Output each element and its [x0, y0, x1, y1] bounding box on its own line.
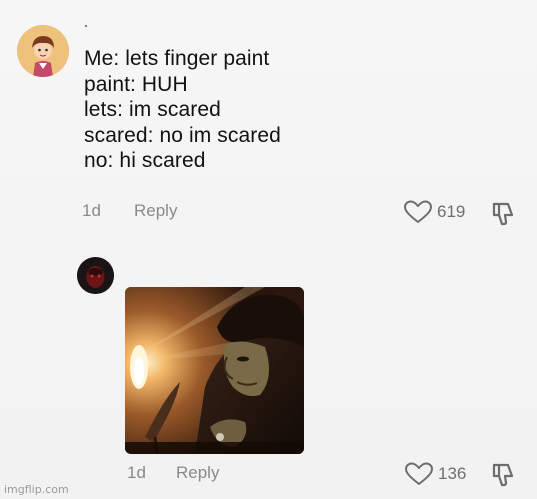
comment-timestamp: 1d: [127, 463, 146, 482]
comment-thread: Me: lets finger paint paint: HUH lets: i…: [0, 0, 537, 499]
comment-line: Me: lets finger paint: [84, 47, 270, 70]
reply-button[interactable]: Reply: [134, 201, 177, 221]
comment-line: scared: no im scared: [84, 123, 281, 147]
avatar[interactable]: [77, 257, 114, 294]
like-count: 619: [437, 202, 466, 221]
comment-body: Me: lets finger paint paint: HUH lets: i…: [84, 46, 281, 174]
like-count: 136: [438, 464, 467, 483]
decorative-dot: [85, 25, 87, 27]
avatar[interactable]: [17, 25, 69, 77]
comment-line: lets: im scared: [84, 98, 221, 121]
thumbs-down-icon[interactable]: [490, 460, 518, 488]
comment-timestamp: 1d: [82, 201, 101, 220]
heart-icon[interactable]: [403, 200, 433, 224]
heart-icon[interactable]: [404, 462, 434, 486]
comment-line: paint: HUH: [84, 72, 188, 96]
watermark: imgflip.com: [4, 483, 69, 496]
comment-line: no: hi scared: [84, 149, 206, 172]
reply-button[interactable]: Reply: [176, 463, 219, 483]
comment-image[interactable]: [125, 287, 304, 454]
thumbs-down-icon[interactable]: [490, 199, 518, 227]
